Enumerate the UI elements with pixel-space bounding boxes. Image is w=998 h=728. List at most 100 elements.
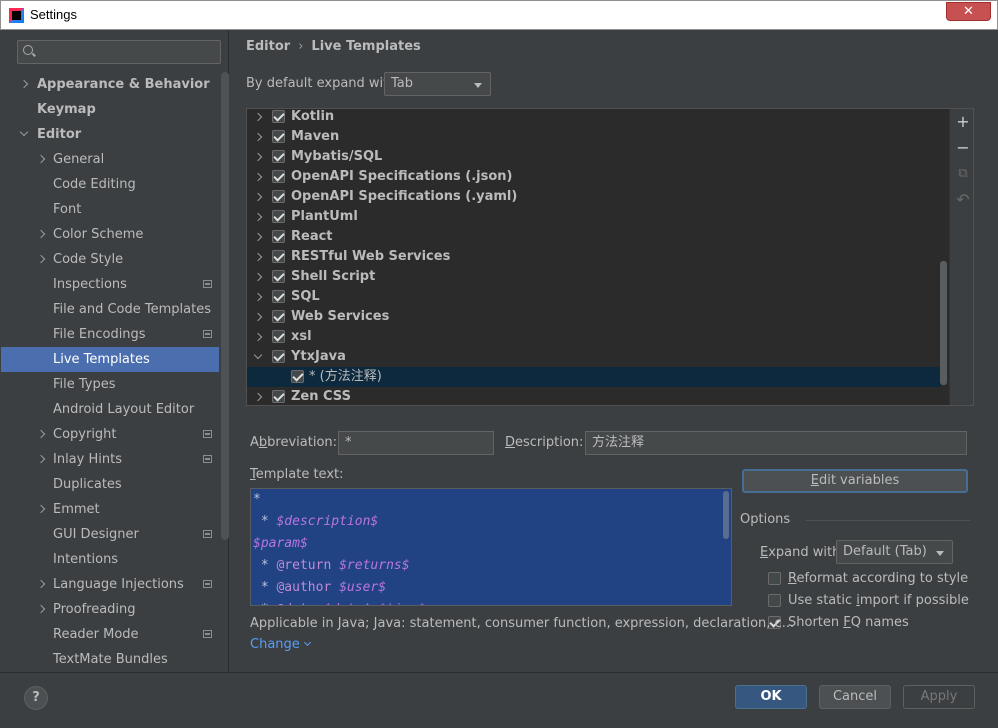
sidebar-item-reader-mode[interactable]: Reader Mode: [1, 622, 219, 647]
template-checkbox[interactable]: [291, 370, 304, 383]
template-group[interactable]: OpenAPI Specifications (.json): [247, 167, 941, 187]
template-text-scrollbar[interactable]: [723, 491, 729, 539]
copy-icon[interactable]: ⧉: [956, 167, 970, 181]
template-checkbox[interactable]: [272, 190, 285, 203]
template-group[interactable]: YtxJava: [247, 347, 941, 367]
template-group[interactable]: Zen CSS: [247, 387, 941, 405]
sidebar-item-general[interactable]: General: [1, 147, 219, 172]
static-import-checkbox[interactable]: [768, 594, 781, 607]
template-checkbox[interactable]: [272, 230, 285, 243]
sidebar-item-code-style[interactable]: Code Style: [1, 247, 219, 272]
chevron-down-icon[interactable]: [253, 350, 263, 360]
chevron-right-icon[interactable]: [36, 229, 46, 239]
chevron-right-icon[interactable]: [36, 254, 46, 264]
settings-search-input[interactable]: [17, 40, 221, 64]
chevron-right-icon[interactable]: [253, 172, 263, 182]
sidebar-item-live-templates[interactable]: Live Templates: [1, 347, 219, 372]
chevron-right-icon[interactable]: [19, 79, 29, 89]
template-checkbox[interactable]: [272, 270, 285, 283]
template-group[interactable]: PlantUml: [247, 207, 941, 227]
template-checkbox[interactable]: [272, 170, 285, 183]
chevron-right-icon[interactable]: [253, 312, 263, 322]
chevron-right-icon[interactable]: [253, 192, 263, 202]
template-group[interactable]: Web Services: [247, 307, 941, 327]
sidebar-item-inspections[interactable]: Inspections: [1, 272, 219, 297]
sidebar-item-file-and-code-templates[interactable]: File and Code Templates: [1, 297, 219, 322]
chevron-right-icon[interactable]: [253, 112, 263, 122]
ok-button[interactable]: OK: [735, 685, 807, 709]
template-checkbox[interactable]: [272, 330, 285, 343]
chevron-right-icon[interactable]: [253, 392, 263, 402]
sidebar-item-android-layout-editor[interactable]: Android Layout Editor: [1, 397, 219, 422]
template-checkbox[interactable]: [272, 210, 285, 223]
templates-scrollbar[interactable]: [940, 261, 947, 385]
sidebar-item-gui-designer[interactable]: GUI Designer: [1, 522, 219, 547]
chevron-right-icon[interactable]: [36, 429, 46, 439]
default-expand-select[interactable]: Tab: [384, 72, 491, 96]
sidebar-item-file-encodings[interactable]: File Encodings: [1, 322, 219, 347]
apply-button[interactable]: Apply: [903, 685, 975, 709]
sidebar-item-file-types[interactable]: File Types: [1, 372, 219, 397]
sidebar-item-textmate-bundles[interactable]: TextMate Bundles: [1, 647, 219, 672]
template-group[interactable]: xsl: [247, 327, 941, 347]
chevron-right-icon[interactable]: [253, 332, 263, 342]
template-group[interactable]: Maven: [247, 127, 941, 147]
template-group[interactable]: SQL: [247, 287, 941, 307]
template-group[interactable]: Shell Script: [247, 267, 941, 287]
chevron-right-icon[interactable]: [36, 604, 46, 614]
remove-icon[interactable]: −: [956, 140, 970, 156]
sidebar-item-appearance-behavior[interactable]: Appearance & Behavior: [1, 72, 219, 97]
chevron-right-icon[interactable]: [36, 154, 46, 164]
change-contexts-link[interactable]: Change: [250, 637, 311, 652]
template-group[interactable]: React: [247, 227, 941, 247]
window-close-button[interactable]: ✕: [946, 2, 991, 21]
chevron-right-icon[interactable]: [253, 232, 263, 242]
description-field[interactable]: 方法注释: [585, 431, 967, 455]
template-checkbox[interactable]: [272, 150, 285, 163]
sidebar-item-keymap[interactable]: Keymap: [1, 97, 219, 122]
sidebar-item-inlay-hints[interactable]: Inlay Hints: [1, 447, 219, 472]
template-checkbox[interactable]: [272, 350, 285, 363]
sidebar-item-copyright[interactable]: Copyright: [1, 422, 219, 447]
chevron-right-icon[interactable]: [253, 152, 263, 162]
sidebar-item-proofreading[interactable]: Proofreading: [1, 597, 219, 622]
chevron-right-icon[interactable]: [36, 454, 46, 464]
template-group[interactable]: Mybatis/SQL: [247, 147, 941, 167]
template-checkbox[interactable]: [272, 110, 285, 123]
chevron-right-icon[interactable]: [253, 292, 263, 302]
reformat-checkbox[interactable]: [768, 572, 781, 585]
template-checkbox[interactable]: [272, 290, 285, 303]
template-checkbox[interactable]: [272, 390, 285, 403]
sidebar-item-editor[interactable]: Editor: [1, 122, 219, 147]
template-item[interactable]: * (方法注释): [247, 367, 941, 387]
template-group[interactable]: OpenAPI Specifications (.yaml): [247, 187, 941, 207]
chevron-right-icon[interactable]: [253, 252, 263, 262]
chevron-right-icon[interactable]: [253, 132, 263, 142]
sidebar-item-intentions[interactable]: Intentions: [1, 547, 219, 572]
chevron-right-icon[interactable]: [253, 272, 263, 282]
sidebar-scrollbar[interactable]: [221, 72, 229, 540]
edit-variables-button[interactable]: Edit variables: [742, 469, 968, 493]
template-checkbox[interactable]: [272, 310, 285, 323]
chevron-down-icon[interactable]: [19, 127, 29, 137]
template-text-editor[interactable]: * * $description$ $param$ * @return $retu…: [250, 488, 732, 606]
help-button[interactable]: ?: [24, 686, 48, 710]
sidebar-item-language-injections[interactable]: Language Injections: [1, 572, 219, 597]
add-icon[interactable]: +: [956, 114, 970, 130]
sidebar-item-color-scheme[interactable]: Color Scheme: [1, 222, 219, 247]
sidebar-item-emmet[interactable]: Emmet: [1, 497, 219, 522]
expand-with-select[interactable]: Default (Tab): [836, 540, 953, 564]
template-checkbox[interactable]: [272, 250, 285, 263]
cancel-button[interactable]: Cancel: [819, 685, 891, 709]
template-group[interactable]: Kotlin: [247, 109, 941, 127]
template-group[interactable]: RESTful Web Services: [247, 247, 941, 267]
sidebar-item-font[interactable]: Font: [1, 197, 219, 222]
sidebar-item-code-editing[interactable]: Code Editing: [1, 172, 219, 197]
chevron-right-icon[interactable]: [36, 504, 46, 514]
abbreviation-field[interactable]: *: [338, 431, 494, 455]
restore-icon[interactable]: ↶: [956, 192, 970, 208]
chevron-right-icon[interactable]: [36, 579, 46, 589]
template-checkbox[interactable]: [272, 130, 285, 143]
sidebar-item-duplicates[interactable]: Duplicates: [1, 472, 219, 497]
chevron-right-icon[interactable]: [253, 212, 263, 222]
